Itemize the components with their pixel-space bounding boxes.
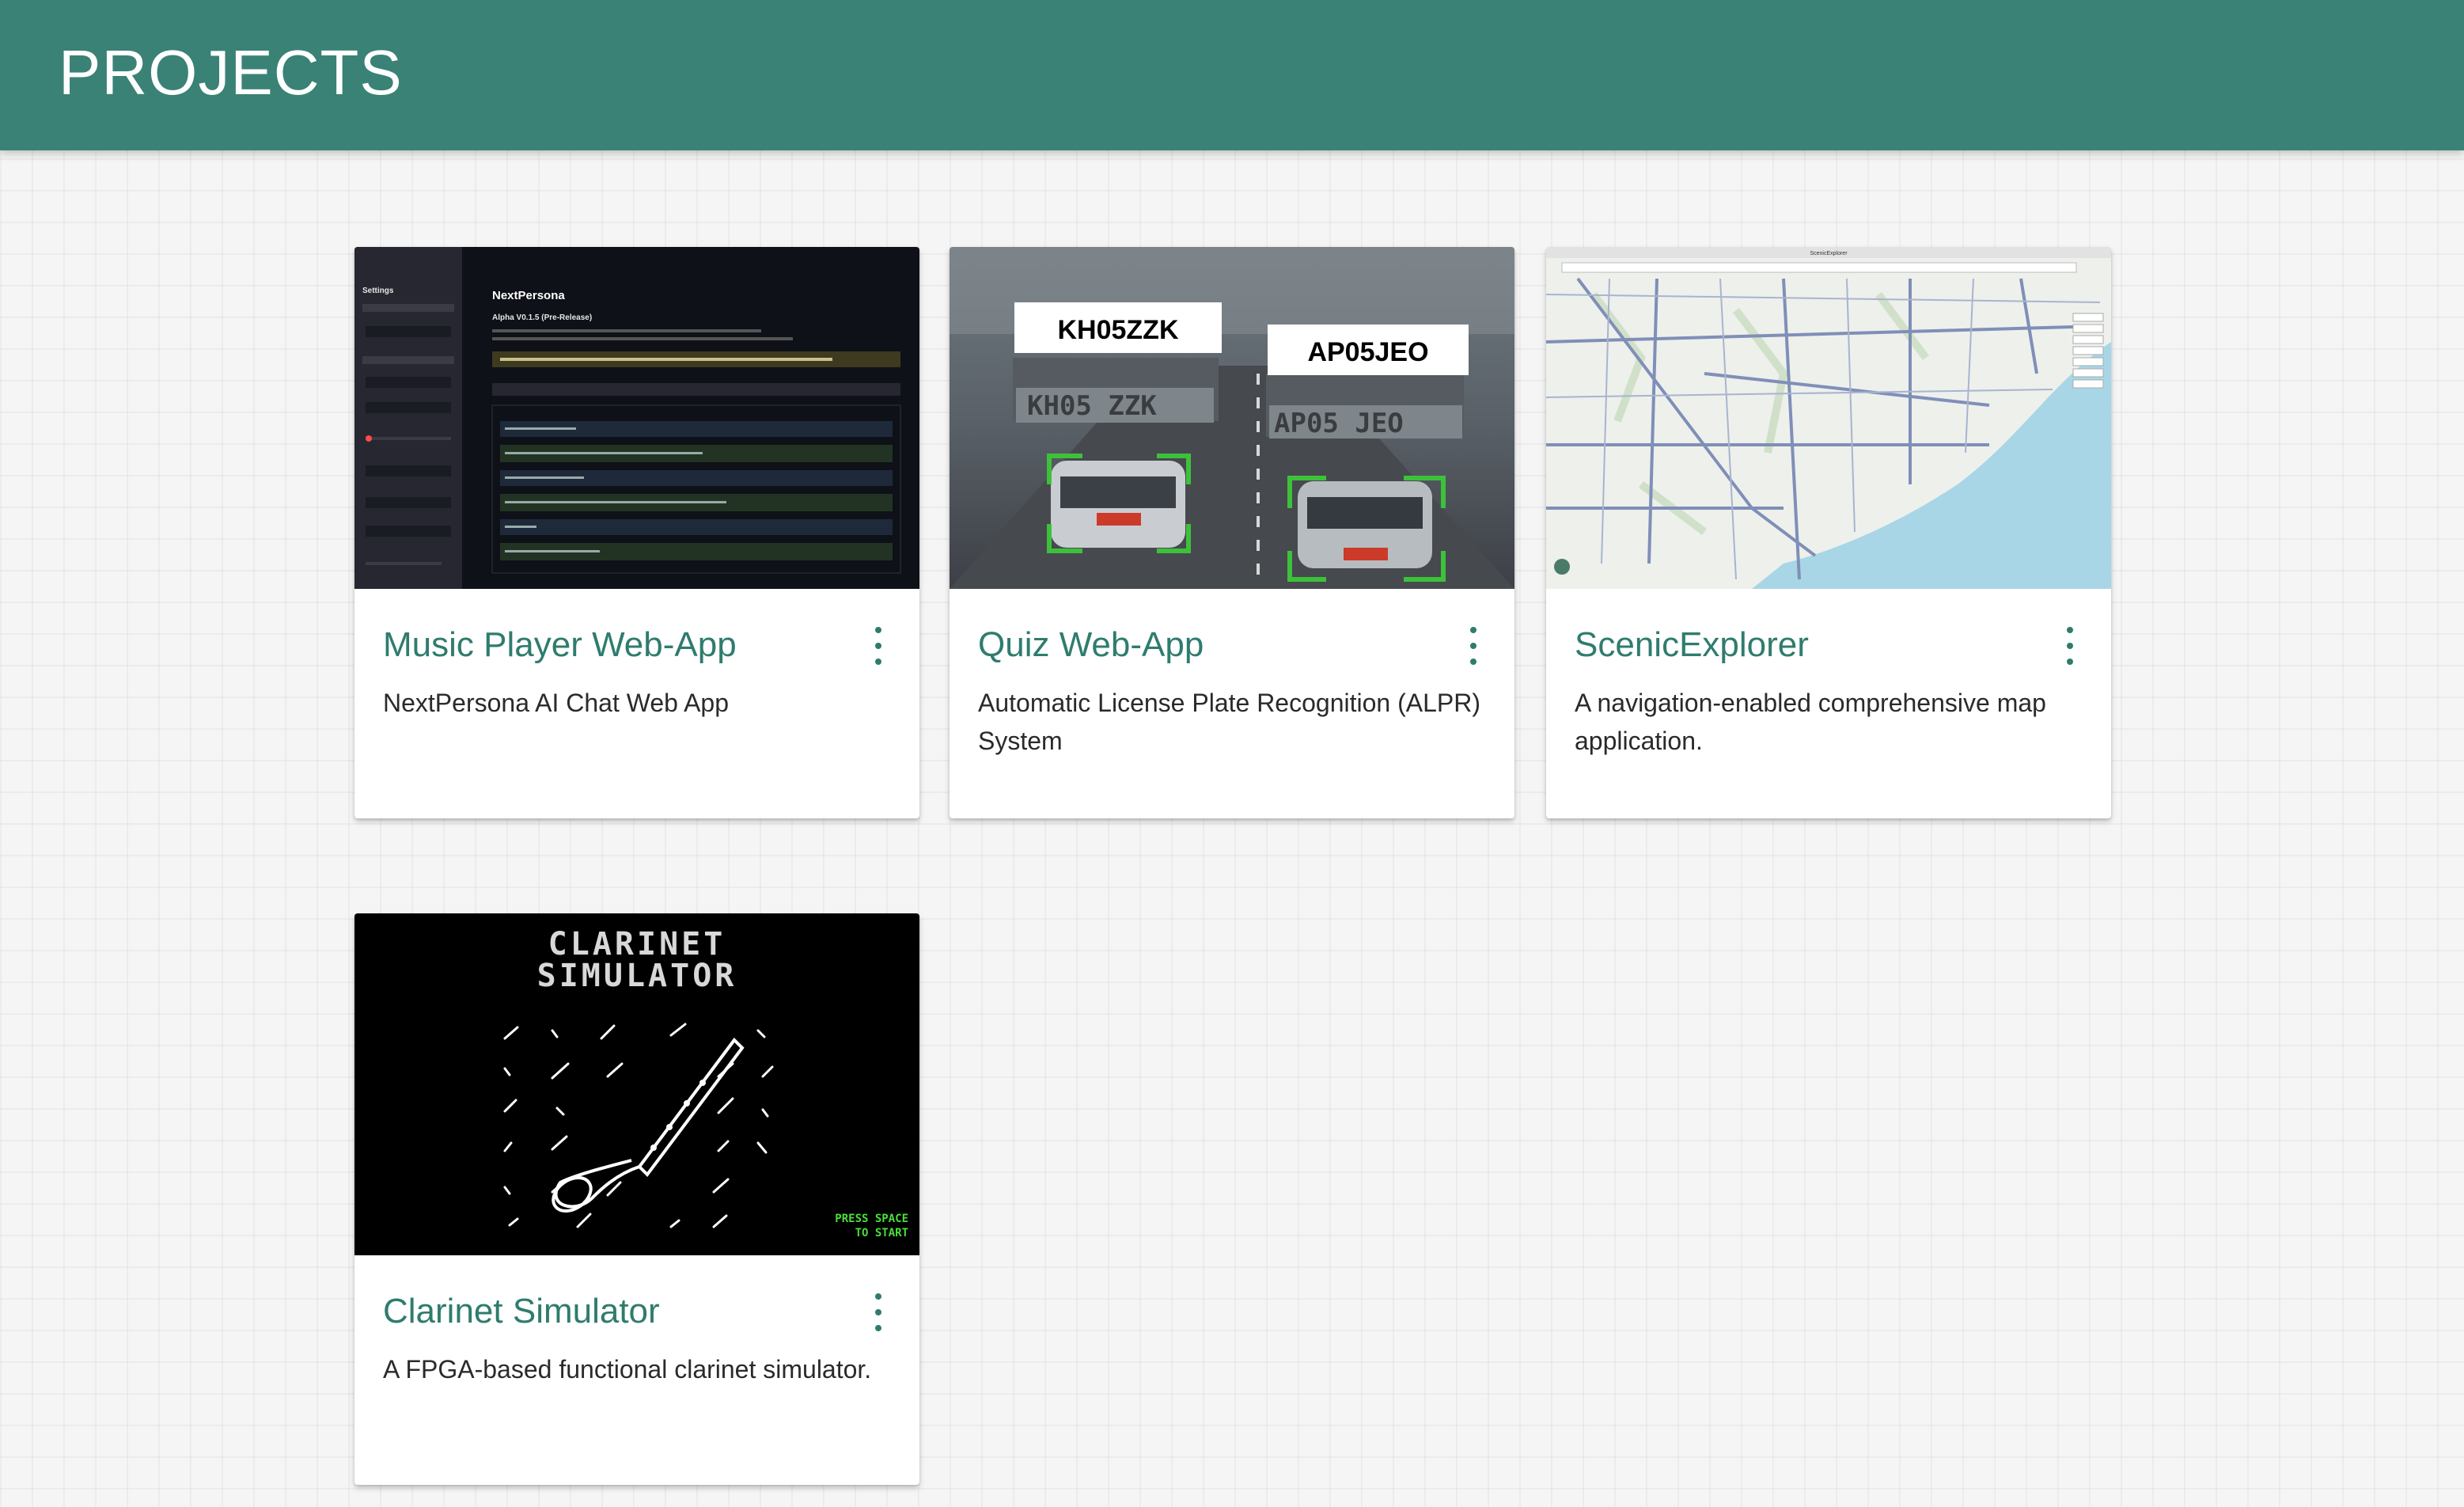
alpr-screenshot: KH05 ZZK AP05 JEO KH05ZZK AP05JEO	[950, 247, 1514, 589]
project-card-music-player[interactable]: Settings NextPersona Alpha V0.1.5 (Pre-R…	[354, 247, 919, 818]
card-title[interactable]: Quiz Web-App	[978, 625, 1204, 665]
page-header: PROJECTS	[0, 0, 2464, 150]
nextpersona-screenshot: Settings NextPersona Alpha V0.1.5 (Pre-R…	[354, 247, 919, 589]
project-card-clarinet-simulator[interactable]: CLARINET SIMULATOR PRESS SPACE TO START …	[354, 913, 919, 1485]
project-card-scenic-explorer[interactable]: ScenicExplorer ScenicExplorer A navigati…	[1546, 247, 2111, 818]
project-thumbnail[interactable]: Settings NextPersona Alpha V0.1.5 (Pre-R…	[354, 247, 919, 589]
more-vert-icon[interactable]	[869, 627, 888, 665]
project-thumbnail[interactable]: KH05 ZZK AP05 JEO KH05ZZK AP05JEO	[950, 247, 1514, 589]
press-space-prompt-1: PRESS SPACE	[835, 1213, 908, 1225]
card-description: Automatic License Plate Recognition (ALP…	[978, 689, 1480, 755]
page-title: PROJECTS	[59, 37, 403, 108]
card-description: A FPGA-based functional clarinet simulat…	[383, 1355, 872, 1384]
card-description: NextPersona AI Chat Web App	[383, 689, 729, 717]
project-thumbnail[interactable]: CLARINET SIMULATOR PRESS SPACE TO START	[354, 913, 919, 1255]
project-thumbnail[interactable]: ScenicExplorer	[1546, 247, 2111, 589]
more-vert-icon[interactable]	[1464, 627, 1483, 665]
sidebar-title: Settings	[362, 287, 394, 295]
clarinet-screenshot: CLARINET SIMULATOR PRESS SPACE TO START	[354, 913, 919, 1255]
app-version: Alpha V0.1.5 (Pre-Release)	[492, 313, 592, 322]
card-description: A navigation-enabled comprehensive map a…	[1575, 689, 2046, 755]
card-title[interactable]: ScenicExplorer	[1575, 625, 1809, 665]
more-vert-icon[interactable]	[869, 1293, 888, 1331]
screen-title-2: SIMULATOR	[537, 958, 737, 994]
app-name: NextPersona	[492, 289, 565, 302]
press-space-prompt-2: TO START	[855, 1227, 908, 1239]
svg-text:AP05 JEO: AP05 JEO	[1274, 408, 1404, 439]
plate-label-2: AP05JEO	[1307, 337, 1428, 367]
project-card-quiz[interactable]: KH05 ZZK AP05 JEO KH05ZZK AP05JEO Quiz W…	[950, 247, 1514, 818]
window-title: ScenicExplorer	[1810, 251, 1848, 256]
card-title[interactable]: Music Player Web-App	[383, 625, 737, 665]
card-title[interactable]: Clarinet Simulator	[383, 1292, 660, 1331]
plate-label-1: KH05ZZK	[1057, 315, 1178, 345]
svg-text:KH05 ZZK: KH05 ZZK	[1027, 390, 1157, 422]
more-vert-icon[interactable]	[2060, 627, 2079, 665]
map-screenshot: ScenicExplorer	[1546, 247, 2111, 589]
